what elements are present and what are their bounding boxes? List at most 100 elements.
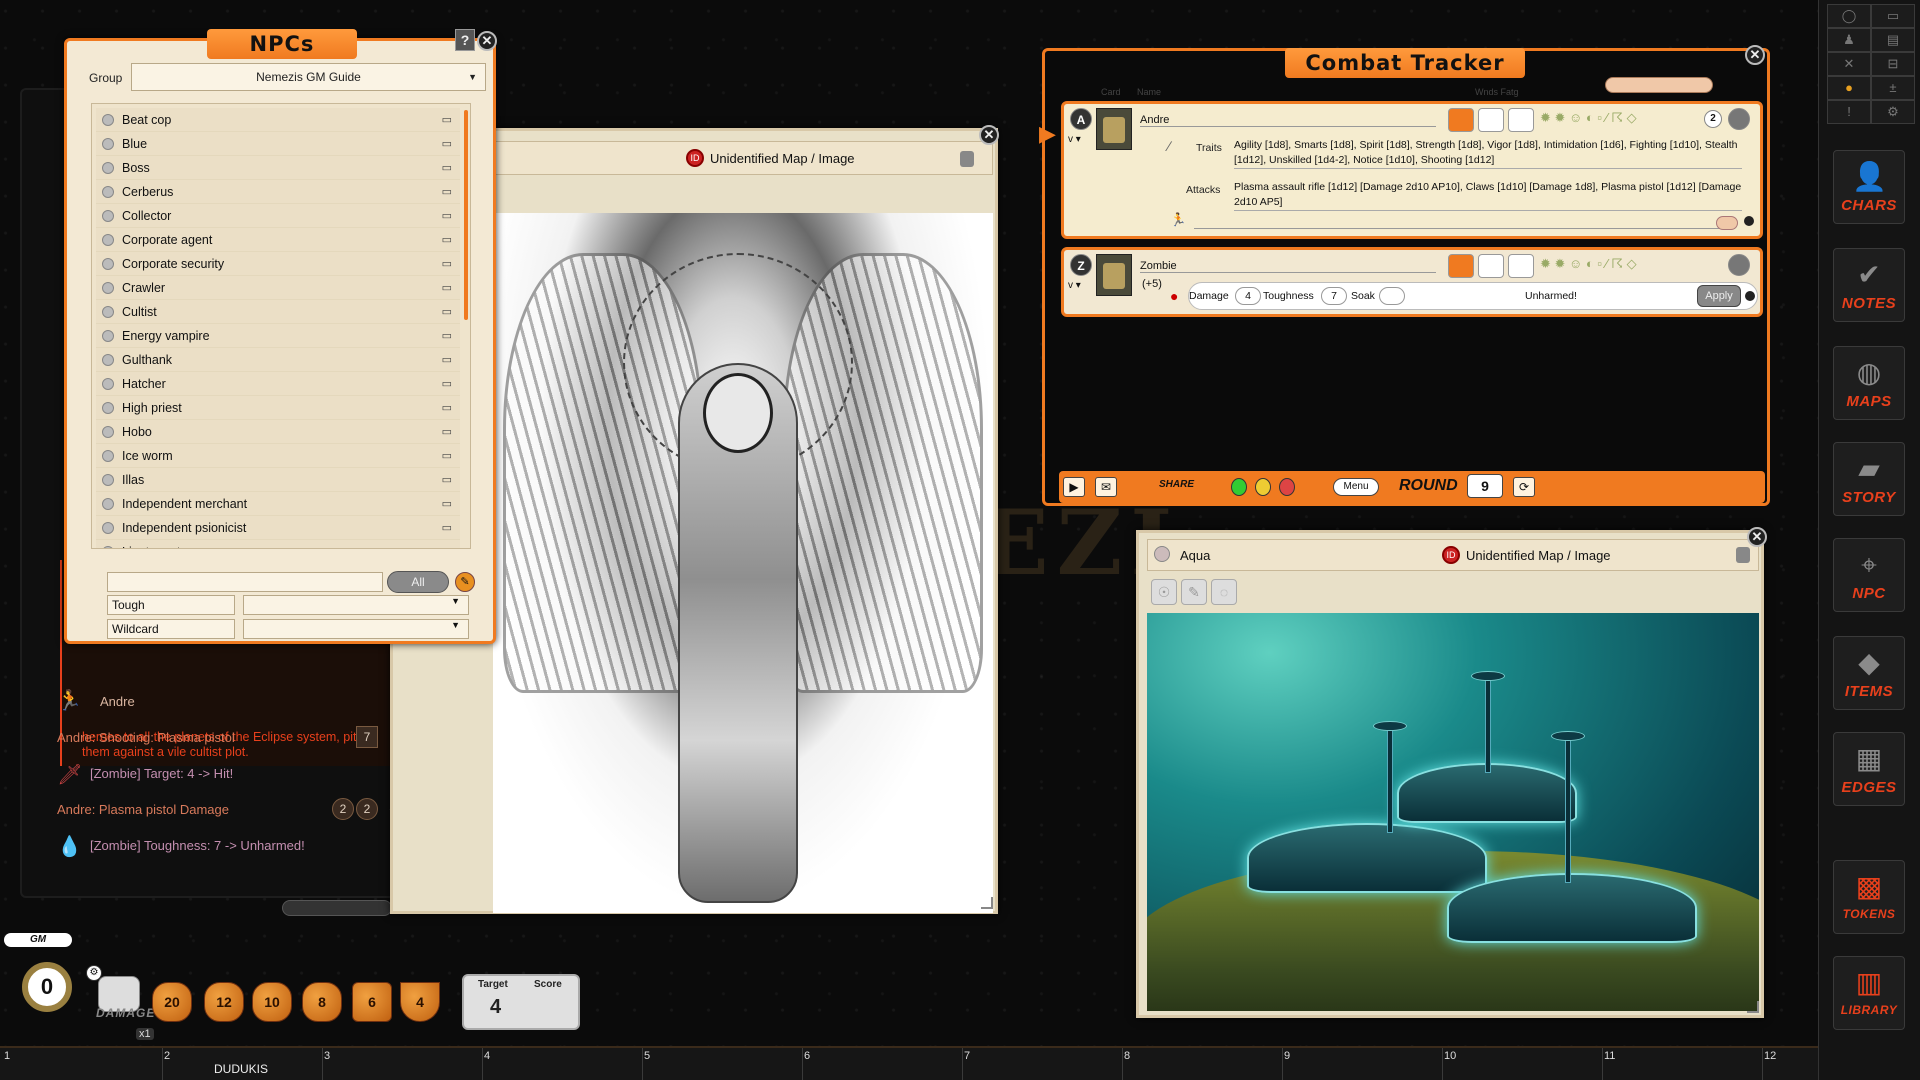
wounds-field[interactable] — [1478, 254, 1504, 278]
d20-die[interactable]: 20 — [152, 982, 192, 1022]
sidebar-item-chars[interactable]: 👤 CHARS — [1833, 150, 1905, 224]
hotkey-number[interactable]: 7 — [964, 1050, 970, 1062]
mask-tool-icon[interactable]: ☉ — [1151, 579, 1177, 605]
multiplier[interactable]: x1 — [136, 1028, 154, 1040]
d12-die[interactable]: 12 — [204, 982, 244, 1022]
next-turn-icon[interactable]: ▶ — [1063, 477, 1085, 497]
hotkey-number[interactable]: 4 — [484, 1050, 490, 1062]
d10-die[interactable]: 10 — [252, 982, 292, 1022]
help-icon[interactable]: ? — [455, 29, 475, 51]
remove-icon[interactable] — [1745, 291, 1755, 301]
delete-icon[interactable] — [1728, 254, 1750, 276]
book-icon[interactable]: ▭ — [442, 180, 452, 204]
notes-line[interactable] — [1194, 228, 1728, 229]
book-icon[interactable]: ▭ — [442, 420, 452, 444]
sidebar-item-items[interactable]: ◆ ITEMS — [1833, 636, 1905, 710]
mini-button[interactable]: ♟ — [1827, 28, 1871, 52]
list-item[interactable]: Hatcher ▭ — [96, 372, 460, 396]
sidebar-item-tokens[interactable]: ▩ TOKENS — [1833, 860, 1905, 934]
list-item[interactable]: High priest ▭ — [96, 396, 460, 420]
filter-input[interactable] — [107, 572, 383, 592]
hotkey-label[interactable]: DUDUKIS — [214, 1062, 268, 1076]
wounds-field[interactable] — [1478, 108, 1504, 132]
mini-button[interactable]: ! — [1827, 100, 1871, 124]
hotkey-number[interactable]: 1 — [4, 1050, 10, 1062]
book-icon[interactable]: ▭ — [442, 300, 452, 324]
mini-button[interactable]: ✕ — [1827, 52, 1871, 76]
hotkey-number[interactable]: 9 — [1284, 1050, 1290, 1062]
target-score-box[interactable]: Target Score 4 — [462, 974, 580, 1030]
fatigue-field[interactable] — [1508, 254, 1534, 278]
book-icon[interactable]: ▭ — [442, 468, 452, 492]
combatant-entry[interactable]: A v ▾ Andre ✹ ✹ ☺ ◐ ▫ ∕ ☈ ◇ 2 ∕ Traits A… — [1061, 101, 1763, 239]
list-item[interactable]: Illas ▭ — [96, 468, 460, 492]
mini-button[interactable]: ● — [1827, 76, 1871, 100]
filter-select[interactable]: ▼ — [243, 595, 469, 615]
book-icon[interactable]: ▭ — [442, 156, 452, 180]
attacks-value[interactable]: Plasma assault rifle [1d12] [Damage 2d10… — [1234, 180, 1742, 211]
combatant-name[interactable]: Andre — [1140, 114, 1436, 127]
list-item[interactable]: Ice worm ▭ — [96, 444, 460, 468]
filter-select[interactable]: ▼ — [243, 619, 469, 639]
list-item[interactable]: Gulthank ▭ — [96, 348, 460, 372]
sidebar-item-story[interactable]: ▰ STORY — [1833, 442, 1905, 516]
hotkey-number[interactable]: 11 — [1604, 1050, 1615, 1062]
sidebar-item-maps[interactable]: ◍ MAPS — [1833, 346, 1905, 420]
list-item[interactable]: Cerberus ▭ — [96, 180, 460, 204]
lock-icon[interactable] — [1736, 547, 1750, 563]
list-item[interactable]: Independent psionicist ▭ — [96, 516, 460, 540]
menu-button[interactable]: Menu — [1333, 478, 1379, 496]
hotkey-number[interactable]: 10 — [1444, 1050, 1456, 1062]
list-item[interactable]: Cultist ▭ — [96, 300, 460, 324]
mini-button[interactable]: ± — [1871, 76, 1915, 100]
d4-die[interactable]: 4 — [400, 982, 440, 1022]
hotkey-number[interactable]: 3 — [324, 1050, 330, 1062]
hotkey-number[interactable]: 8 — [1124, 1050, 1130, 1062]
mini-button[interactable]: ⚙ — [1871, 100, 1915, 124]
image-window-2[interactable]: Aqua ID Unidentified Map / Image ☉ ✎ ◌ ✕ — [1136, 527, 1767, 1018]
effect-toggle[interactable] — [1716, 216, 1738, 230]
token-icon[interactable] — [1448, 108, 1474, 132]
list-item[interactable]: Boss ▭ — [96, 156, 460, 180]
traits-value[interactable]: Agility [1d8], Smarts [1d8], Spirit [1d8… — [1234, 138, 1742, 169]
group-select[interactable]: Nemezis GM Guide ▼ — [131, 63, 486, 91]
hotkey-number[interactable]: 5 — [644, 1050, 650, 1062]
sidebar-item-npc[interactable]: ⌖ NPC — [1833, 538, 1905, 612]
faction-friendly-icon[interactable] — [1231, 478, 1247, 496]
resize-handle[interactable] — [1747, 1001, 1759, 1013]
hotkey-number[interactable]: 2 — [164, 1050, 170, 1062]
card-badge[interactable]: A — [1070, 108, 1092, 130]
apply-button[interactable]: Apply — [1697, 285, 1741, 307]
book-icon[interactable]: ▭ — [442, 108, 452, 132]
image-name[interactable]: Aqua — [1180, 548, 1210, 563]
image-title[interactable]: Unidentified Map / Image — [1466, 548, 1611, 563]
book-icon[interactable]: ▭ — [442, 372, 452, 396]
image-title[interactable]: Unidentified Map / Image — [710, 151, 855, 166]
book-icon[interactable]: ▭ — [442, 444, 452, 468]
card-badge[interactable]: Z — [1070, 254, 1092, 276]
book-icon[interactable]: ▭ — [442, 396, 452, 420]
active-turn-icon[interactable]: ▶ — [1039, 121, 1056, 147]
chat-input[interactable] — [282, 900, 392, 916]
book-icon[interactable]: ▭ — [442, 204, 452, 228]
count-badge[interactable]: 2 — [1704, 110, 1722, 128]
list-item[interactable]: Hobo ▭ — [96, 420, 460, 444]
deck-icon[interactable]: ⟳ — [1513, 477, 1535, 497]
npc-list[interactable]: Beat cop ▭ Blue ▭ Boss ▭ Cerberus ▭ Collecto… — [91, 103, 471, 549]
filter-field[interactable]: Wildcard — [107, 619, 235, 639]
close-icon[interactable]: ✕ — [979, 125, 999, 145]
token-thumbnail[interactable] — [1096, 254, 1132, 296]
book-icon[interactable]: ▭ — [442, 276, 452, 300]
mini-button[interactable]: ▭ — [1871, 4, 1915, 28]
mail-icon[interactable]: ✉ — [1095, 477, 1117, 497]
mini-button[interactable]: ⊟ — [1871, 52, 1915, 76]
scrollbar[interactable] — [464, 110, 468, 320]
book-icon[interactable]: ▭ — [442, 540, 452, 548]
book-icon[interactable]: ▭ — [442, 252, 452, 276]
hotkey-number[interactable]: 6 — [804, 1050, 810, 1062]
sidebar-item-notes[interactable]: ✔ NOTES — [1833, 248, 1905, 322]
pencil-tool-icon[interactable]: ✎ — [1181, 579, 1207, 605]
book-icon[interactable]: ▭ — [442, 516, 452, 540]
faction-foe-icon[interactable] — [1279, 478, 1295, 496]
list-item[interactable]: Corporate agent ▭ — [96, 228, 460, 252]
